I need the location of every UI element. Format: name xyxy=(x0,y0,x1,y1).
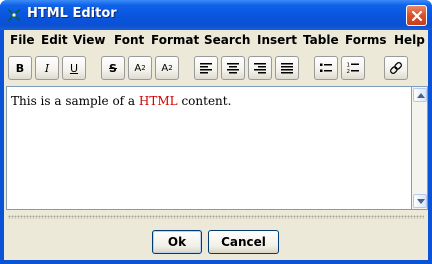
subscript-mark: 2 xyxy=(168,64,173,72)
align-center-icon xyxy=(227,63,239,74)
italic-button[interactable]: I xyxy=(35,56,59,80)
editor-text-highlight: HTML xyxy=(138,94,178,108)
insert-link-button[interactable] xyxy=(384,56,408,80)
menu-font[interactable]: Font xyxy=(114,33,144,47)
editor-text: This is a sample of a HTML content. xyxy=(11,94,231,108)
numbered-list-button[interactable]: 1 2 xyxy=(341,56,365,80)
html-content-editor[interactable]: This is a sample of a HTML content. xyxy=(6,86,412,210)
formatting-toolbar: B I U S A2 A2 1 2 xyxy=(4,52,428,84)
splitter-divider[interactable] xyxy=(8,215,424,219)
subscript-button[interactable]: A2 xyxy=(155,56,179,80)
svg-text:2: 2 xyxy=(347,69,351,75)
title-bar[interactable]: HTML Editor xyxy=(0,0,432,30)
dialog-client-area: File Edit View Font Format Search Insert… xyxy=(4,30,428,260)
editor-vertical-scrollbar[interactable] xyxy=(412,86,428,210)
align-left-icon xyxy=(200,63,212,74)
bullet-list-icon xyxy=(320,63,332,72)
ok-button[interactable]: Ok xyxy=(152,230,202,254)
align-justify-icon xyxy=(281,63,293,74)
close-icon xyxy=(411,10,423,22)
underline-label: U xyxy=(69,61,79,75)
svg-text:1: 1 xyxy=(347,63,351,69)
window-bottom-border xyxy=(0,260,432,264)
arrow-down-icon xyxy=(417,199,425,204)
italic-label: I xyxy=(44,61,50,75)
scroll-up-button[interactable] xyxy=(413,88,427,102)
menu-search[interactable]: Search xyxy=(204,33,250,47)
align-right-icon xyxy=(254,63,266,74)
menu-format[interactable]: Format xyxy=(151,33,199,47)
bold-button[interactable]: B xyxy=(8,56,32,80)
editor-window: HTML Editor File Edit View Font Format S… xyxy=(0,0,432,264)
menu-forms[interactable]: Forms xyxy=(345,33,387,47)
menu-bar: File Edit View Font Format Search Insert… xyxy=(4,30,428,51)
underline-button[interactable]: U xyxy=(62,56,86,80)
superscript-label: A xyxy=(134,62,142,74)
superscript-mark: 2 xyxy=(141,64,146,72)
scroll-down-button[interactable] xyxy=(413,194,427,208)
align-center-button[interactable] xyxy=(221,56,245,80)
cancel-label: Cancel xyxy=(221,235,266,249)
bullet-list-button[interactable] xyxy=(314,56,338,80)
strikethrough-label: S xyxy=(109,61,117,75)
html-editor-app-icon xyxy=(6,7,22,23)
menu-table[interactable]: Table xyxy=(303,33,339,47)
subscript-label: A xyxy=(161,62,169,74)
strikethrough-button[interactable]: S xyxy=(101,56,125,80)
align-left-button[interactable] xyxy=(194,56,218,80)
ok-label: Ok xyxy=(167,235,187,249)
menu-edit[interactable]: Edit xyxy=(41,33,68,47)
cancel-button[interactable]: Cancel xyxy=(208,230,279,254)
menu-insert[interactable]: Insert xyxy=(257,33,297,47)
link-icon xyxy=(390,62,402,74)
align-right-button[interactable] xyxy=(248,56,272,80)
editor-text-suffix: content. xyxy=(177,94,232,108)
bold-label: B xyxy=(15,61,25,75)
numbered-list-icon: 1 2 xyxy=(347,63,359,75)
menu-help[interactable]: Help xyxy=(394,33,425,47)
arrow-up-icon xyxy=(417,93,425,98)
align-justify-button[interactable] xyxy=(275,56,299,80)
menu-file[interactable]: File xyxy=(10,33,35,47)
window-title: HTML Editor xyxy=(27,6,117,21)
superscript-button[interactable]: A2 xyxy=(128,56,152,80)
menu-view[interactable]: View xyxy=(73,33,105,47)
editor-text-prefix: This is a sample of a xyxy=(11,94,139,108)
close-button[interactable] xyxy=(406,5,427,26)
